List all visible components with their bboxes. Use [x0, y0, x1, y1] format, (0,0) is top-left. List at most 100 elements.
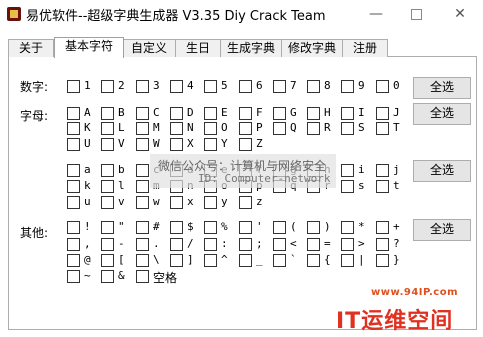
select-all-uppercase-button[interactable]: 全选 [413, 103, 471, 125]
checkbox-digits-1[interactable] [101, 80, 114, 93]
checkbox-upper_row1-6[interactable] [273, 107, 286, 120]
tab-custom[interactable]: 自定义 [122, 39, 176, 57]
minimize-button[interactable]: — [356, 2, 396, 26]
checkbox-sym_row3-5[interactable] [239, 254, 252, 267]
checkbox-upper_row3-4[interactable] [204, 138, 217, 151]
checkbox-upper_row2-8[interactable] [341, 122, 354, 135]
checkbox-sym_row2-1[interactable] [101, 238, 114, 251]
checkbox-sym_row4-0[interactable] [67, 270, 80, 283]
checkbox-upper_row3-5[interactable] [239, 138, 252, 151]
checkbox-digits-5[interactable] [239, 80, 252, 93]
select-all-symbols-button[interactable]: 全选 [413, 219, 471, 241]
checkbox-sym_row1-2[interactable] [136, 221, 149, 234]
checkbox-lower_row3-0[interactable] [67, 196, 80, 209]
checkbox-sym_row1-9[interactable] [376, 221, 389, 234]
checkbox-sym_row2-3[interactable] [170, 238, 183, 251]
checkbox-upper_row2-9[interactable] [376, 122, 389, 135]
checkbox-upper_row2-5[interactable] [239, 122, 252, 135]
checkbox-lower_row1-2[interactable] [136, 164, 149, 177]
window-title: 易优软件--超级字典生成器 V3.35 Diy Crack Team [26, 9, 326, 24]
checkbox-sym_row1-8[interactable] [341, 221, 354, 234]
close-button[interactable]: ✕ [440, 2, 480, 26]
tab-generate-dict[interactable]: 生成字典 [220, 39, 282, 57]
checkbox-sym_row4-1[interactable] [101, 270, 114, 283]
checkbox-sym_row3-7[interactable] [307, 254, 320, 267]
checkbox-sym_row1-4[interactable] [204, 221, 217, 234]
checkbox-digits-4[interactable] [204, 80, 217, 93]
checkbox-lower_row3-1[interactable] [101, 196, 114, 209]
checkbox-upper_row1-3[interactable] [170, 107, 183, 120]
checkbox-upper_row2-1[interactable] [101, 122, 114, 135]
tab-about[interactable]: 关于 [8, 39, 54, 57]
checkbox-upper_row3-1[interactable] [101, 138, 114, 151]
checkbox-sym_row3-2[interactable] [136, 254, 149, 267]
checkbox-sym_row2-2[interactable] [136, 238, 149, 251]
checkbox-lower_row2-8[interactable] [341, 180, 354, 193]
checkbox-lower_row1-8[interactable] [341, 164, 354, 177]
checkbox-digits-9[interactable] [376, 80, 389, 93]
checkbox-sym_row2-7[interactable] [307, 238, 320, 251]
maximize-button[interactable] [396, 2, 436, 26]
checkbox-upper_row3-3[interactable] [170, 138, 183, 151]
checkbox-upper_row1-1[interactable] [101, 107, 114, 120]
checkbox-sym_row3-0[interactable] [67, 254, 80, 267]
checkbox-lower_row2-9[interactable] [376, 180, 389, 193]
checkbox-upper_row1-2[interactable] [136, 107, 149, 120]
checkbox-upper_row2-2[interactable] [136, 122, 149, 135]
checkbox-digits-2[interactable] [136, 80, 149, 93]
tab-basic-chars[interactable]: 基本字符 [54, 37, 124, 58]
checkbox-sym_row2-5[interactable] [239, 238, 252, 251]
checkbox-lower_row3-5[interactable] [239, 196, 252, 209]
checkbox-lower_row3-3[interactable] [170, 196, 183, 209]
checkbox-sym_row3-8[interactable] [341, 254, 354, 267]
select-all-digits-button[interactable]: 全选 [413, 77, 471, 99]
checkbox-sym_row1-0[interactable] [67, 221, 80, 234]
checkbox-lower_row2-2[interactable] [136, 180, 149, 193]
checkbox-sym_row2-0[interactable] [67, 238, 80, 251]
checkbox-upper_row1-0[interactable] [67, 107, 80, 120]
checkbox-upper_row3-2[interactable] [136, 138, 149, 151]
checkbox-sym_row3-1[interactable] [101, 254, 114, 267]
checkbox-upper_row2-7[interactable] [307, 122, 320, 135]
checkbox-upper_row2-4[interactable] [204, 122, 217, 135]
checkbox-lower_row1-0[interactable] [67, 164, 80, 177]
checkbox-sym_row1-7[interactable] [307, 221, 320, 234]
checkbox-upper_row1-4[interactable] [204, 107, 217, 120]
checkbox-sym_row3-6[interactable] [273, 254, 286, 267]
checkbox-upper_row2-0[interactable] [67, 122, 80, 135]
checkbox-sym_row1-5[interactable] [239, 221, 252, 234]
checkbox-digits-0[interactable] [67, 80, 80, 93]
checkbox-sym_row3-3[interactable] [170, 254, 183, 267]
checkbox-lower_row3-4[interactable] [204, 196, 217, 209]
checkbox-sym_row2-4[interactable] [204, 238, 217, 251]
checkbox-upper_row1-8[interactable] [341, 107, 354, 120]
tab-register[interactable]: 注册 [342, 39, 388, 57]
checkbox-sym_row2-8[interactable] [341, 238, 354, 251]
checkbox-sym_row1-6[interactable] [273, 221, 286, 234]
checkbox-upper_row2-6[interactable] [273, 122, 286, 135]
checkbox-upper_row1-7[interactable] [307, 107, 320, 120]
select-all-lowercase-button[interactable]: 全选 [413, 160, 471, 182]
checkbox-sym_row4-2[interactable] [136, 270, 149, 283]
checkbox-upper_row2-3[interactable] [170, 122, 183, 135]
checkbox-digits-3[interactable] [170, 80, 183, 93]
checkbox-digits-7[interactable] [307, 80, 320, 93]
checkbox-digits-6[interactable] [273, 80, 286, 93]
checkbox-sym_row3-9[interactable] [376, 254, 389, 267]
checkbox-lower_row3-2[interactable] [136, 196, 149, 209]
tab-birthday[interactable]: 生日 [175, 39, 221, 57]
checkbox-upper_row1-9[interactable] [376, 107, 389, 120]
checkbox-sym_row2-6[interactable] [273, 238, 286, 251]
tab-modify-dict[interactable]: 修改字典 [281, 39, 343, 57]
checkbox-upper_row1-5[interactable] [239, 107, 252, 120]
checkbox-lower_row2-0[interactable] [67, 180, 80, 193]
checkbox-sym_row2-9[interactable] [376, 238, 389, 251]
checkbox-sym_row1-3[interactable] [170, 221, 183, 234]
checkbox-sym_row1-1[interactable] [101, 221, 114, 234]
checkbox-sym_row3-4[interactable] [204, 254, 217, 267]
checkbox-digits-8[interactable] [341, 80, 354, 93]
checkbox-lower_row2-1[interactable] [101, 180, 114, 193]
checkbox-lower_row1-1[interactable] [101, 164, 114, 177]
checkbox-lower_row1-9[interactable] [376, 164, 389, 177]
checkbox-upper_row3-0[interactable] [67, 138, 80, 151]
